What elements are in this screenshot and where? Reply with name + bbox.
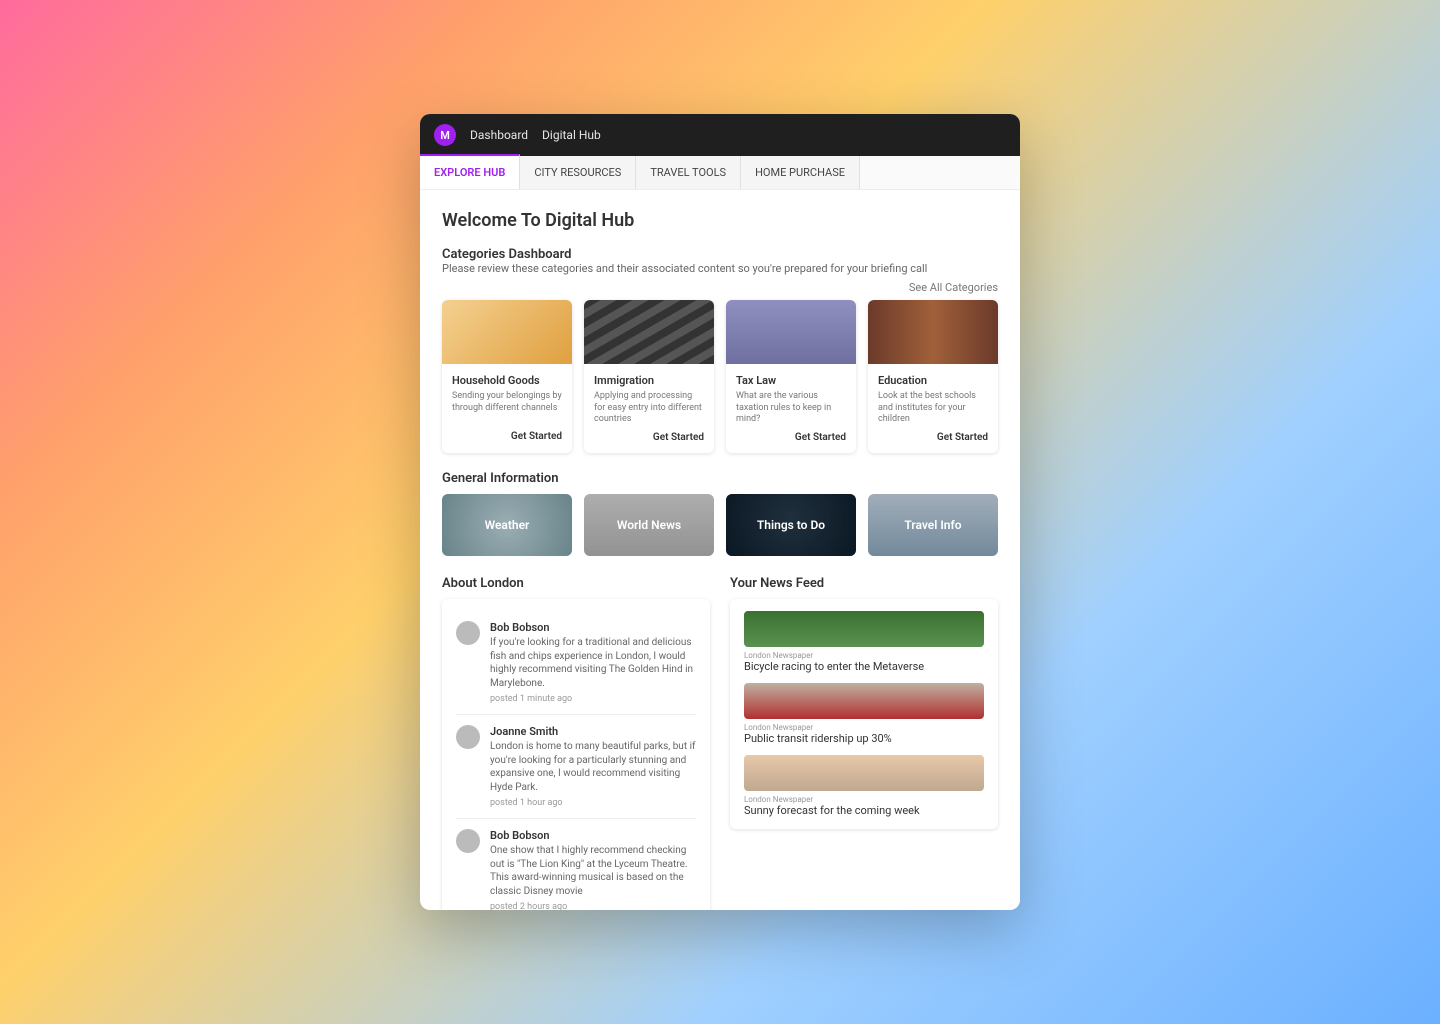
- tabs: EXPLORE HUB CITY RESOURCES TRAVEL TOOLS …: [420, 156, 1020, 190]
- app-window: M Dashboard Digital Hub EXPLORE HUB CITY…: [420, 114, 1020, 910]
- news-feed-title: Your News Feed: [730, 576, 998, 591]
- post-text: London is home to many beautiful parks, …: [490, 740, 696, 794]
- categories-subtitle: Please review these categories and their…: [442, 262, 998, 275]
- card-household-goods[interactable]: Household Goods Sending your belongings …: [442, 300, 572, 453]
- card-title: Household Goods: [452, 374, 562, 387]
- news-image: [744, 611, 984, 647]
- news-column: Your News Feed London Newspaper Bicycle …: [730, 576, 998, 910]
- news-headline: Bicycle racing to enter the Metaverse: [744, 660, 984, 673]
- avatar: [456, 621, 480, 645]
- news-headline: Sunny forecast for the coming week: [744, 804, 984, 817]
- avatar[interactable]: M: [434, 124, 456, 146]
- news-item[interactable]: London Newspaper Sunny forecast for the …: [744, 755, 984, 817]
- news-item[interactable]: London Newspaper Public transit ridershi…: [744, 683, 984, 745]
- tile-weather[interactable]: Weather: [442, 494, 572, 556]
- get-started-link[interactable]: Get Started: [452, 431, 562, 442]
- news-source: London Newspaper: [744, 795, 984, 804]
- card-desc: Applying and processing for easy entry i…: [594, 391, 704, 426]
- card-image: [442, 300, 572, 364]
- see-all-categories[interactable]: See All Categories: [442, 281, 998, 294]
- post-text: One show that I highly recommend checkin…: [490, 844, 696, 898]
- bottom-row: About London Bob Bobson If you're lookin…: [442, 576, 998, 910]
- tile-world-news[interactable]: World News: [584, 494, 714, 556]
- tab-explore-hub[interactable]: EXPLORE HUB: [420, 154, 520, 189]
- card-tax-law[interactable]: Tax Law What are the various taxation ru…: [726, 300, 856, 453]
- general-info-title: General Information: [442, 471, 998, 486]
- general-info-grid: Weather World News Things to Do Travel I…: [442, 494, 998, 556]
- news-image: [744, 755, 984, 791]
- category-grid: Household Goods Sending your belongings …: [442, 300, 998, 453]
- card-desc: Sending your belongings by through diffe…: [452, 391, 562, 425]
- card-image: [584, 300, 714, 364]
- list-item: Joanne Smith London is home to many beau…: [456, 715, 696, 819]
- card-image: [868, 300, 998, 364]
- post-author: Joanne Smith: [490, 725, 696, 738]
- card-education[interactable]: Education Look at the best schools and i…: [868, 300, 998, 453]
- list-item: Bob Bobson If you're looking for a tradi…: [456, 611, 696, 715]
- post-author: Bob Bobson: [490, 621, 696, 634]
- card-title: Education: [878, 374, 988, 387]
- avatar: [456, 829, 480, 853]
- tab-city-resources[interactable]: CITY RESOURCES: [520, 156, 636, 189]
- tile-label: Travel Info: [904, 518, 961, 532]
- content: Welcome To Digital Hub Categories Dashbo…: [420, 190, 1020, 910]
- news-source: London Newspaper: [744, 651, 984, 660]
- news-panel: London Newspaper Bicycle racing to enter…: [730, 599, 998, 829]
- card-desc: Look at the best schools and institutes …: [878, 391, 988, 426]
- titlebar: M Dashboard Digital Hub: [420, 114, 1020, 156]
- page-title: Welcome To Digital Hub: [442, 210, 998, 231]
- post-meta: posted 1 hour ago: [490, 798, 696, 808]
- post-text: If you're looking for a traditional and …: [490, 636, 696, 690]
- list-item: Bob Bobson One show that I highly recomm…: [456, 819, 696, 910]
- nav-dashboard[interactable]: Dashboard: [470, 128, 528, 142]
- get-started-link[interactable]: Get Started: [736, 432, 846, 443]
- post-meta: posted 1 minute ago: [490, 694, 696, 704]
- card-desc: What are the various taxation rules to k…: [736, 391, 846, 426]
- tile-label: Weather: [485, 518, 530, 532]
- news-item[interactable]: London Newspaper Bicycle racing to enter…: [744, 611, 984, 673]
- about-panel: Bob Bobson If you're looking for a tradi…: [442, 599, 710, 910]
- card-image: [726, 300, 856, 364]
- card-title: Tax Law: [736, 374, 846, 387]
- get-started-link[interactable]: Get Started: [594, 432, 704, 443]
- tile-label: Things to Do: [757, 518, 825, 532]
- tab-home-purchase[interactable]: HOME PURCHASE: [741, 156, 860, 189]
- about-column: About London Bob Bobson If you're lookin…: [442, 576, 710, 910]
- tab-travel-tools[interactable]: TRAVEL TOOLS: [636, 156, 741, 189]
- tile-travel-info[interactable]: Travel Info: [868, 494, 998, 556]
- card-title: Immigration: [594, 374, 704, 387]
- tile-label: World News: [617, 518, 681, 532]
- news-headline: Public transit ridership up 30%: [744, 732, 984, 745]
- tile-things-to-do[interactable]: Things to Do: [726, 494, 856, 556]
- card-immigration[interactable]: Immigration Applying and processing for …: [584, 300, 714, 453]
- news-source: London Newspaper: [744, 723, 984, 732]
- post-author: Bob Bobson: [490, 829, 696, 842]
- get-started-link[interactable]: Get Started: [878, 432, 988, 443]
- nav-digital-hub[interactable]: Digital Hub: [542, 128, 601, 142]
- news-image: [744, 683, 984, 719]
- post-meta: posted 2 hours ago: [490, 902, 696, 910]
- avatar: [456, 725, 480, 749]
- categories-title: Categories Dashboard: [442, 247, 998, 262]
- about-title: About London: [442, 576, 710, 591]
